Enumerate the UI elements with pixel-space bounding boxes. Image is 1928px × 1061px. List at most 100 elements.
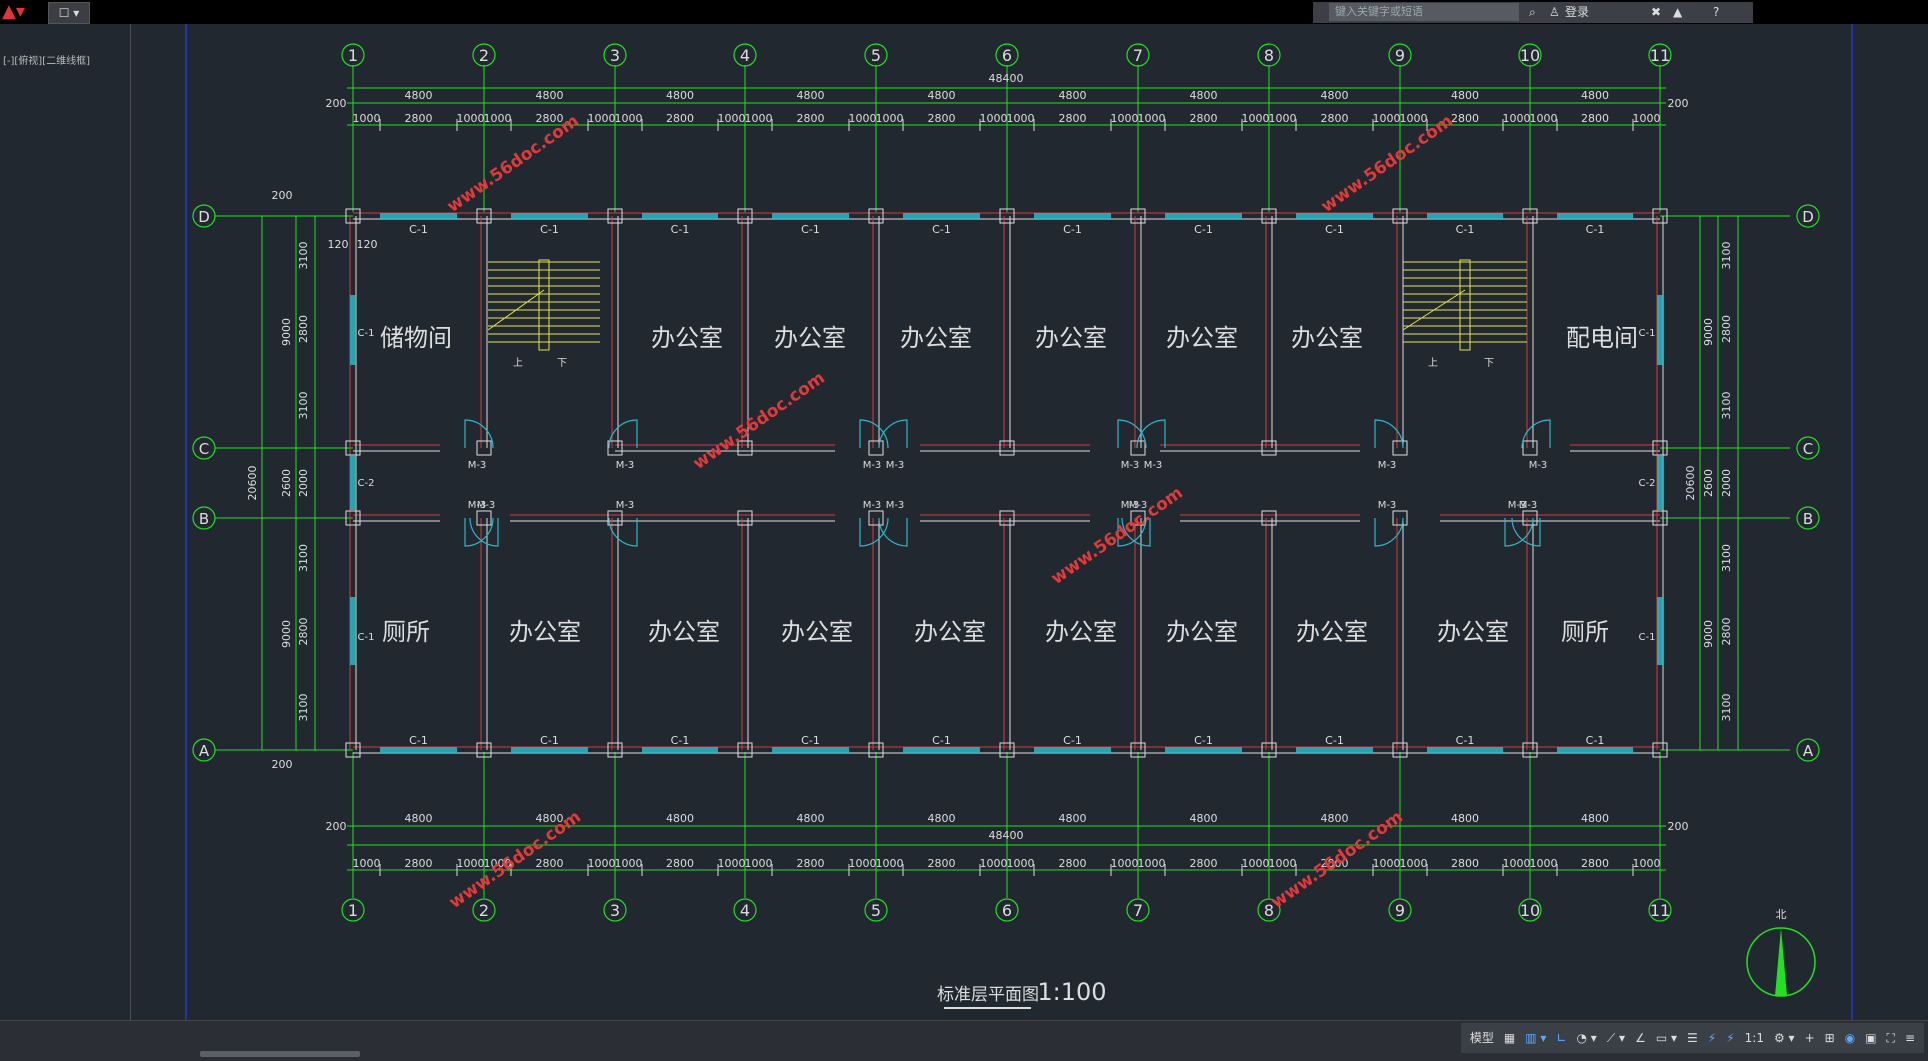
window bbox=[903, 213, 980, 219]
axis-label: 11 bbox=[1650, 46, 1670, 65]
annotation-icon[interactable]: ⚡ bbox=[1708, 1023, 1716, 1053]
dim-text: 2800 bbox=[928, 857, 956, 870]
door-label: M-3 bbox=[616, 460, 635, 471]
dim-text: 9000 bbox=[280, 620, 293, 648]
drawing-title: 标准层平面图 bbox=[937, 985, 1039, 1005]
gear-icon[interactable]: ⚙ ▾ bbox=[1774, 1023, 1795, 1053]
dim-text: 4800 bbox=[928, 812, 956, 825]
viewport-label[interactable]: [-][俯视][二维线框] bbox=[3, 52, 90, 67]
axis-label: 4 bbox=[740, 46, 750, 65]
dim-text: 1000 bbox=[1503, 112, 1531, 125]
grid-icon[interactable]: ▦ bbox=[1504, 1023, 1515, 1053]
dim-text: 2600 bbox=[1702, 469, 1715, 497]
isolate-icon[interactable]: ◉ bbox=[1845, 1023, 1855, 1053]
door bbox=[1374, 419, 1404, 449]
door bbox=[1117, 419, 1147, 449]
room-label: 办公室 bbox=[1166, 618, 1238, 646]
app-menu-button[interactable]: ▲▾ bbox=[2, 2, 42, 22]
search-input[interactable]: 键入关键字或短语 bbox=[1329, 3, 1519, 21]
lineweight-icon[interactable]: ☰ bbox=[1687, 1023, 1698, 1053]
horizontal-scrollbar[interactable] bbox=[200, 1051, 360, 1057]
window bbox=[1557, 747, 1633, 753]
dim-text: 4800 bbox=[1059, 89, 1087, 102]
dim-text: 2000 bbox=[1720, 469, 1733, 497]
dim-text: 3100 bbox=[297, 694, 310, 722]
fullscreen-icon[interactable]: ⛶ bbox=[1887, 1023, 1895, 1053]
model-tab[interactable]: 模型 bbox=[1470, 1023, 1494, 1053]
snap-icon[interactable]: ▥ ▾ bbox=[1525, 1023, 1546, 1053]
binoculars-icon[interactable]: ⌕ bbox=[1529, 2, 1536, 23]
dim-text: 1000 bbox=[1269, 857, 1297, 870]
left-panel: [-][俯视][二维线框] bbox=[0, 24, 131, 1020]
dim-text: 3100 bbox=[1720, 242, 1733, 270]
dim-text: 200 bbox=[326, 97, 347, 110]
window-label: C-2 bbox=[1639, 478, 1656, 489]
plus-icon[interactable]: + bbox=[1805, 1023, 1815, 1053]
room-label: 办公室 bbox=[648, 618, 720, 646]
dim-text: 1000 bbox=[1111, 857, 1139, 870]
selection-icon[interactable]: ▭ ▾ bbox=[1656, 1023, 1677, 1053]
window bbox=[380, 747, 457, 753]
window-label: C-1 bbox=[1063, 734, 1082, 747]
stair-label: 上 bbox=[513, 357, 523, 369]
column bbox=[476, 440, 492, 456]
door-label: M-3 bbox=[863, 500, 882, 511]
axis-label: B bbox=[1803, 510, 1813, 528]
dim-text: 4800 bbox=[928, 89, 956, 102]
room-label: 办公室 bbox=[914, 618, 986, 646]
column bbox=[1261, 510, 1277, 526]
dim-text: 1000 bbox=[1111, 112, 1139, 125]
column bbox=[1522, 510, 1538, 526]
a360-icon[interactable]: ▲ bbox=[1673, 2, 1682, 23]
help-icon[interactable]: ? bbox=[1713, 2, 1719, 23]
dim-text: 1000 bbox=[876, 112, 904, 125]
stair-rail bbox=[1459, 259, 1471, 351]
annovis-icon[interactable]: ⚡ bbox=[1726, 1023, 1734, 1053]
axis-label: B bbox=[199, 510, 209, 528]
dim-text: 1000 bbox=[876, 857, 904, 870]
dim-text: 1000 bbox=[1530, 112, 1558, 125]
exchange-icon[interactable]: ✖ bbox=[1651, 2, 1661, 23]
dim-text: 4800 bbox=[405, 812, 433, 825]
window-label: C-1 bbox=[1586, 223, 1605, 236]
window bbox=[1034, 213, 1111, 219]
dim-text: 200 bbox=[272, 758, 293, 771]
axis-label: 7 bbox=[1133, 46, 1143, 65]
osnap-icon[interactable]: ⟋ ▾ bbox=[1607, 1023, 1625, 1053]
status-tools: 模型 ▦ ▥ ▾ ∟ ◔ ▾ ⟋ ▾ ∠ ▭ ▾ ☰ ⚡ ⚡ 1:1 ⚙ ▾ +… bbox=[1460, 1023, 1924, 1053]
ortho-icon[interactable]: ∟ bbox=[1556, 1023, 1566, 1053]
dim-text: 3100 bbox=[1720, 392, 1733, 420]
dim-text: 4800 bbox=[1451, 89, 1479, 102]
dim-text: 2800 bbox=[666, 857, 694, 870]
door-label: M-3 bbox=[1519, 500, 1538, 511]
dim-text: 2800 bbox=[797, 112, 825, 125]
login-button[interactable]: 登录 bbox=[1565, 2, 1589, 23]
drawing-canvas[interactable]: 1 1 2 2 3 3 4 4 5 5 6 6 7 7 8 8 9 9 10 10 11 11 D D C C B B A A 48400 2… bbox=[131, 24, 1928, 1020]
otrack-icon[interactable]: ∠ bbox=[1635, 1023, 1646, 1053]
window bbox=[1296, 213, 1373, 219]
workspace-icon[interactable]: ⊞ bbox=[1825, 1023, 1835, 1053]
dim-text: 2800 bbox=[405, 112, 433, 125]
column bbox=[607, 510, 623, 526]
dim-text: 4800 bbox=[1321, 89, 1349, 102]
axis-label: 3 bbox=[610, 901, 620, 920]
window-label: C-1 bbox=[1194, 223, 1213, 236]
axis-label: 5 bbox=[871, 901, 881, 920]
dim-text: 20600 bbox=[246, 466, 259, 501]
dim-text: 2800 bbox=[1720, 315, 1733, 343]
hardware-icon[interactable]: ▣ bbox=[1865, 1023, 1876, 1053]
dim-text: 1000 bbox=[1138, 857, 1166, 870]
window-label: C-1 bbox=[1639, 328, 1656, 339]
quick-access-toolbar[interactable]: ☐ ▾ bbox=[48, 2, 90, 24]
menu-icon[interactable]: ≡ bbox=[1905, 1023, 1915, 1053]
dim-text: 4800 bbox=[666, 89, 694, 102]
dim-text: 2800 bbox=[536, 857, 564, 870]
stair-label: 上 bbox=[1428, 357, 1438, 369]
polar-icon[interactable]: ◔ ▾ bbox=[1577, 1023, 1597, 1053]
window bbox=[642, 213, 718, 219]
dim-text: 1000 bbox=[980, 112, 1008, 125]
axis-label: 9 bbox=[1395, 46, 1405, 65]
axis-label: D bbox=[1802, 208, 1814, 226]
stair-rail bbox=[538, 259, 550, 351]
scale-value[interactable]: 1:1 bbox=[1745, 1023, 1764, 1053]
